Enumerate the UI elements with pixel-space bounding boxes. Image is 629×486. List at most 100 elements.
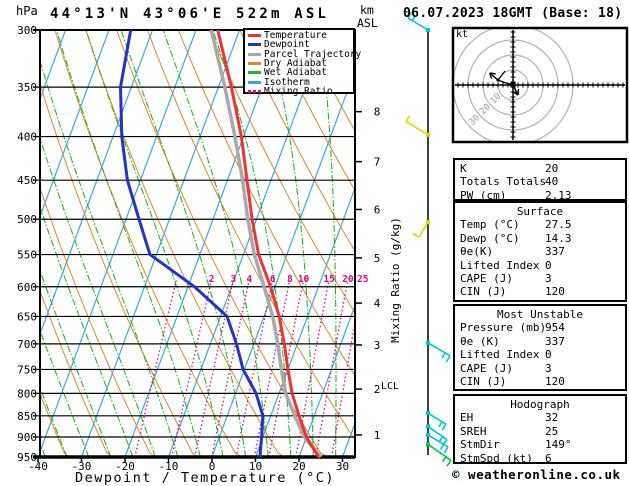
pressure-tick-label: 300 — [17, 24, 37, 37]
legend-label: Wet Adiabat — [264, 68, 327, 77]
panel-title: Most Unstable — [455, 308, 625, 321]
km-tick-label: 3 — [374, 339, 381, 352]
panel-row: StmSpd (kt) 6 — [455, 452, 625, 465]
panel-row-label: CIN (J) — [460, 285, 506, 298]
legend-swatch-line — [248, 34, 261, 37]
panel-row: Lifted Index 0 — [455, 348, 625, 361]
panel-row-value: 27.5 — [545, 218, 572, 231]
wind-barb-tick — [406, 116, 410, 122]
wind-barb-tick — [439, 422, 442, 427]
mixing-ratio-value-label: 10 — [298, 274, 310, 285]
hodograph-origin-marker — [511, 83, 516, 88]
wind-barb-staff — [428, 413, 446, 424]
copyright: © weatheronline.co.uk — [452, 467, 621, 482]
legend-swatch-line — [248, 62, 261, 65]
panel-row: θe(K)337 — [455, 245, 625, 258]
panel-row-label: CAPE (J) — [460, 362, 513, 375]
lcl-label: LCL — [381, 381, 399, 392]
legend-label: Mixing Ratio — [264, 87, 333, 96]
mixing-ratio-value-label: 8 — [287, 274, 293, 285]
wind-barb-staff — [428, 435, 448, 447]
wind-barb-tick — [442, 424, 446, 430]
panel-row-label: K — [460, 162, 467, 175]
mixing-ratio-value-label: 25 — [357, 274, 369, 285]
wind-barb-staff — [428, 343, 450, 356]
panel-row-value: 3 — [545, 362, 552, 375]
panel-row: Lifted Index 0 — [455, 259, 625, 272]
panel-row-value: 120 — [545, 285, 565, 298]
panel-row: Dewp (°C)14.3 — [455, 232, 625, 245]
panel-row: CAPE (J)3 — [455, 272, 625, 285]
info-panel: K20Totals Totals40PW (cm)2.13 — [453, 158, 627, 201]
height-axis-unit-km: km — [360, 3, 374, 17]
km-tick-label: 2 — [374, 383, 381, 396]
skewt-sounding-page: 3003504004505005506006507007508008509009… — [0, 0, 629, 486]
hodograph-unit-label: kt — [456, 29, 468, 40]
wind-barb-tick — [447, 460, 451, 466]
pressure-tick-label: 800 — [17, 387, 37, 400]
pressure-tick-label: 550 — [17, 249, 37, 262]
pressure-tick-label: 700 — [17, 338, 37, 351]
panel-row-label: Temp (°C) — [460, 218, 520, 231]
panel-row-value: 0 — [545, 348, 552, 361]
panel-row: CIN (J) 120 — [455, 375, 625, 388]
wet-adiabat-line — [0, 30, 2, 457]
km-tick-label: 4 — [374, 297, 381, 310]
panel-row-label: CAPE (J) — [460, 272, 513, 285]
legend-swatch-line — [248, 71, 261, 74]
panel-row-label: CIN (J) — [460, 375, 506, 388]
km-tick-label: 5 — [374, 252, 381, 265]
panel-row-value: 6 — [545, 452, 552, 465]
wind-barb-tick — [441, 444, 444, 449]
pressure-tick-label: 450 — [17, 174, 37, 187]
panel-row-label: θe (K) — [460, 335, 500, 348]
pressure-tick-label: 600 — [17, 281, 37, 294]
pressure-tick-label: 900 — [17, 431, 37, 444]
pressure-tick-label: 500 — [17, 213, 37, 226]
panel-row-label: Totals Totals — [460, 175, 546, 188]
pressure-tick-label: 350 — [17, 81, 37, 94]
panel-row: CAPE (J) 3 — [455, 362, 625, 375]
panel-row-value: 337 — [545, 245, 565, 258]
x-axis-label: Dewpoint / Temperature (°C) — [70, 470, 340, 486]
info-panel-most-unstable: Most UnstablePressure (mb)954θe (K)337Li… — [453, 304, 627, 391]
km-tick-label: 6 — [374, 203, 381, 216]
mixing-ratio-line — [269, 281, 304, 458]
panel-row-label: SREH — [460, 425, 487, 438]
panel-row: Temp (°C) 27.5 — [455, 218, 625, 231]
panel-row: θe (K) 337 — [455, 335, 625, 348]
wind-barb-tick — [446, 356, 450, 362]
legend: TemperatureDewpointParcel TrajectoryDry … — [243, 28, 355, 94]
panel-row-value: 0 — [545, 259, 552, 272]
panel-row-value: 2.13 — [545, 189, 572, 202]
wet-adiabat-line — [358, 30, 366, 457]
wind-barb-tick — [413, 234, 419, 238]
mixing-ratio-value-label: 3 — [231, 274, 237, 285]
panel-row-value: 25 — [545, 425, 558, 438]
km-tick-label: 8 — [374, 106, 381, 119]
wind-barb-tick — [439, 437, 442, 442]
panel-row-value: 32 — [545, 411, 558, 424]
wind-barb-tick — [442, 353, 445, 358]
wind-barb-tick — [443, 457, 446, 462]
hodograph-trace-dot — [496, 78, 499, 81]
panel-row-value: 149° — [545, 438, 572, 451]
station-title: 44°13'N 43°06'E 522m ASL — [50, 6, 329, 22]
legend-item: Mixing Ratio — [248, 87, 353, 96]
wind-barb-tick — [444, 447, 448, 453]
panel-row-label: Lifted Index — [460, 348, 539, 361]
panel-row-value: 120 — [545, 375, 565, 388]
km-tick-label: 7 — [374, 156, 381, 169]
legend-swatch-line — [248, 43, 261, 46]
panel-row-value: 20 — [545, 162, 558, 175]
panel-row-label: StmDir — [460, 438, 500, 451]
wind-barb-staff — [419, 222, 428, 237]
mixing-ratio-line — [195, 281, 233, 458]
panel-row-label: StmSpd (kt) — [460, 452, 533, 465]
legend-swatch-line — [248, 81, 261, 84]
panel-row: Totals Totals40 — [455, 175, 625, 188]
pressure-tick-label: 400 — [17, 131, 37, 144]
valid-time-title: 06.07.2023 18GMT (Base: 18) — [403, 6, 622, 21]
panel-row-label: Lifted Index — [460, 259, 539, 272]
panel-row-value: 337 — [545, 335, 565, 348]
